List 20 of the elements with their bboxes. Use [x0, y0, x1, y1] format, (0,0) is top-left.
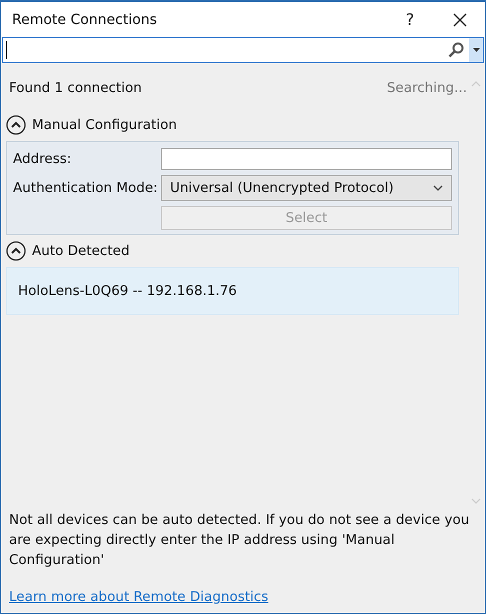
collapse-icon	[6, 241, 26, 261]
search-status: Searching...	[386, 80, 468, 96]
caret-icon[interactable]	[472, 48, 480, 52]
section-header[interactable]: Manual Configuration	[6, 113, 177, 137]
connection-count: Found 1 connection	[9, 80, 142, 96]
help-note: Not all devices can be auto detected. If you do not see a device you are expecting directly enter the IP address using 'Manual Configuration'	[9, 511, 470, 570]
authentication-dropdown[interactable]: Universal (Unencrypted Protocol)	[161, 175, 452, 201]
learn-more-link[interactable]: Learn more about Remote Diagnostics	[9, 589, 268, 605]
address-field[interactable]	[161, 148, 452, 170]
dropdown-button[interactable]	[469, 38, 483, 62]
collapse-icon	[6, 115, 26, 135]
window-title: Remote Connections	[12, 12, 158, 28]
chevron-down-icon[interactable]	[433, 185, 443, 191]
field-label: Authentication Mode:	[13, 180, 159, 196]
device-item[interactable]: HoloLens-L0Q69 -- 192.168.1.76	[6, 267, 459, 315]
close-icon[interactable]	[453, 12, 467, 26]
help-button[interactable]: ?	[385, 2, 435, 37]
section-header[interactable]: Auto Detected	[6, 239, 130, 263]
search-field[interactable]	[2, 37, 484, 63]
field-label: Address:	[13, 151, 72, 167]
